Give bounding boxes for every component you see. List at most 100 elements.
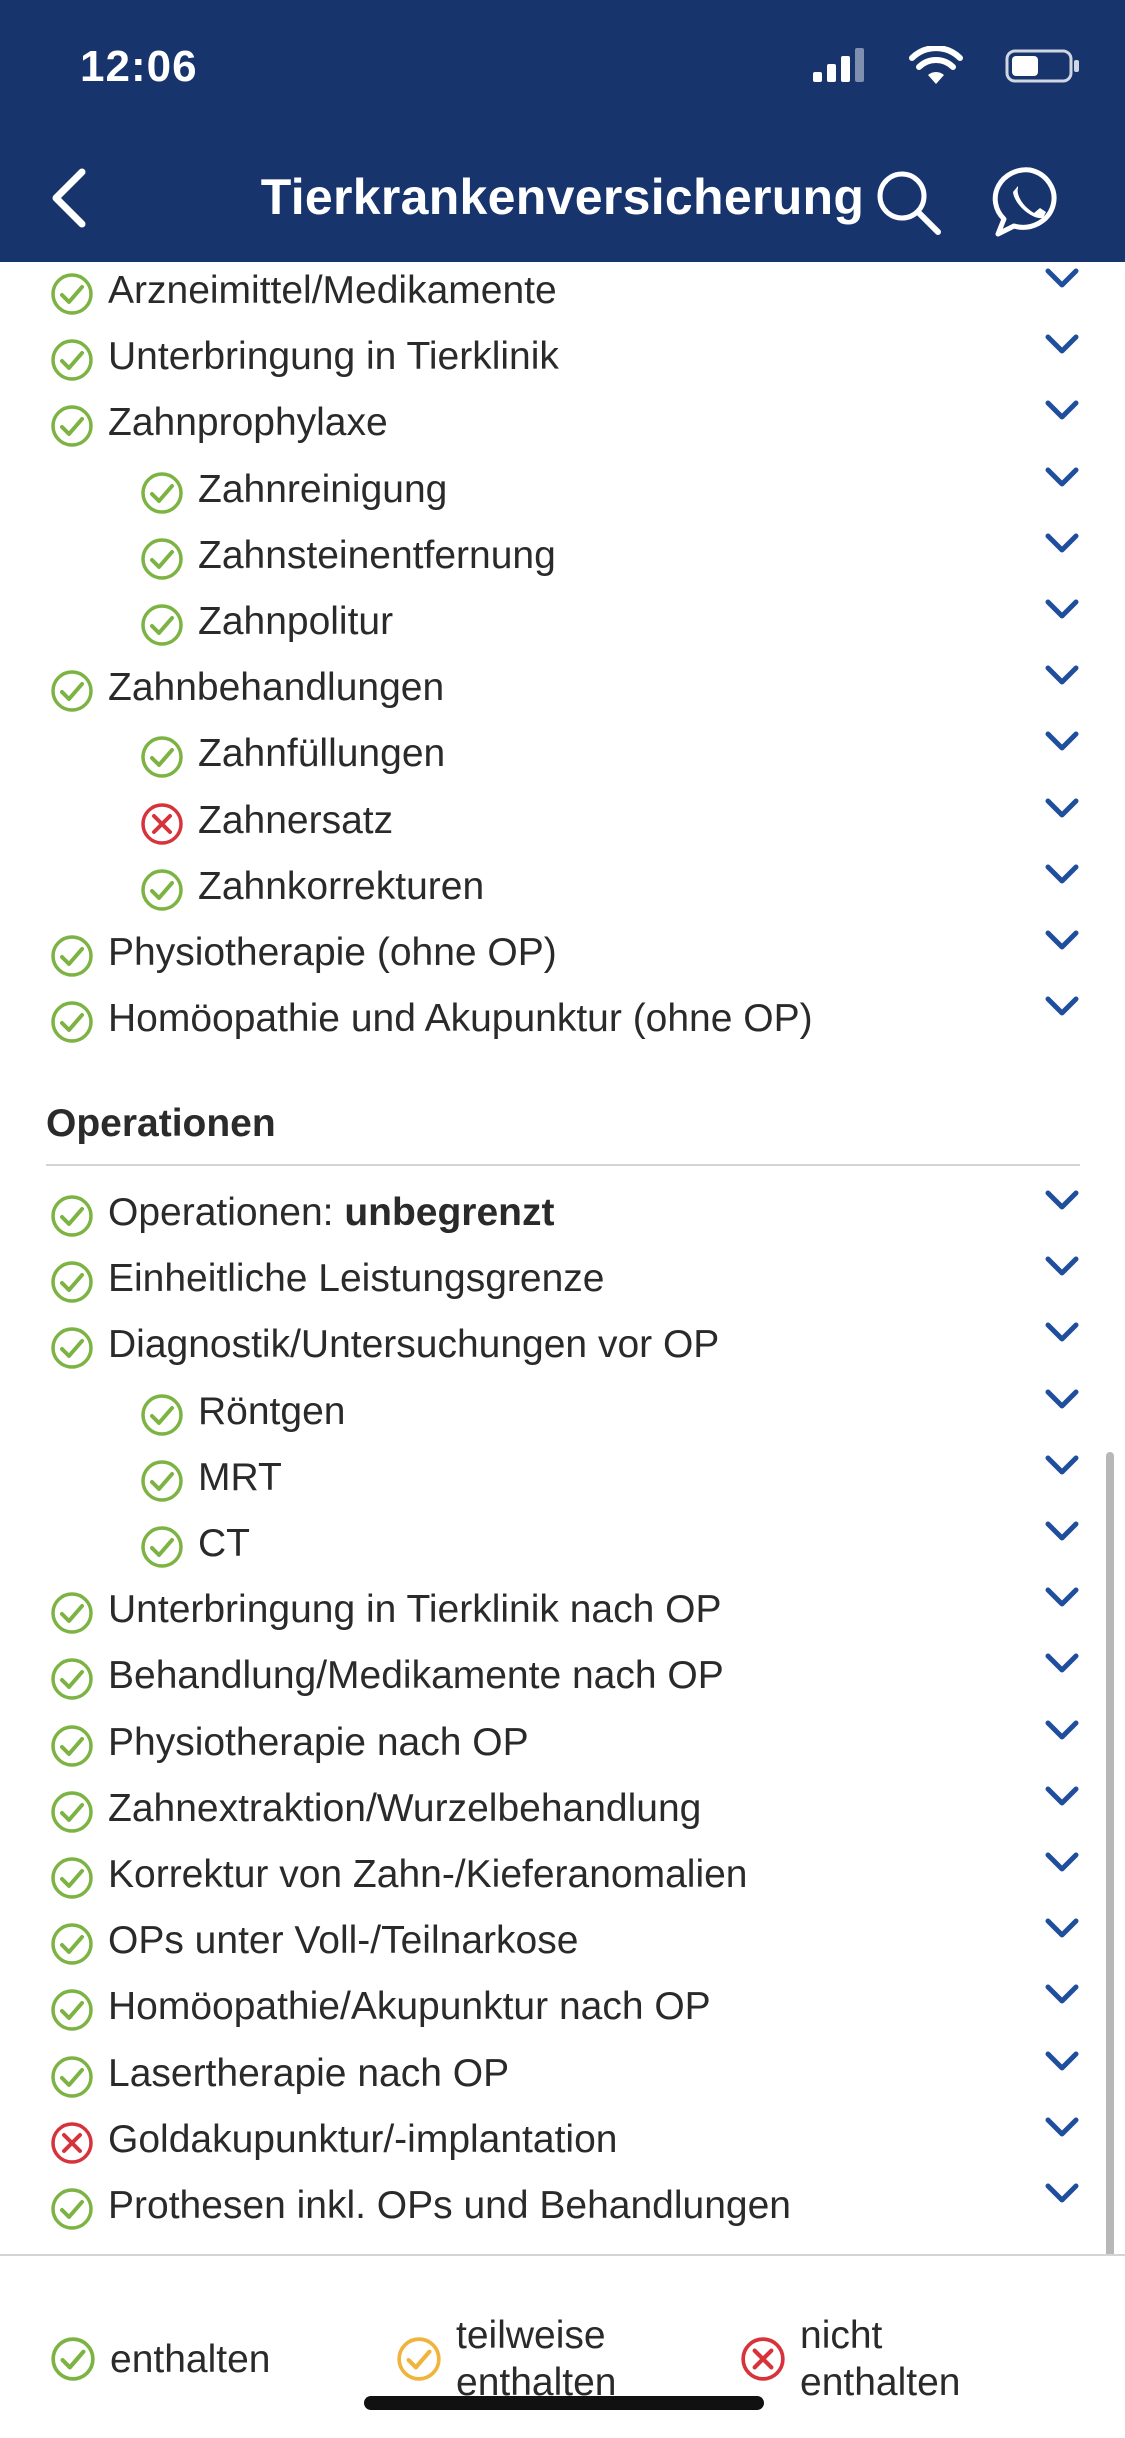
chevron-down-icon[interactable] <box>1042 529 1082 557</box>
chevron-down-icon[interactable] <box>1042 396 1082 424</box>
list-item[interactable]: Unterbringung in Tierklinik nach OP <box>0 1579 1125 1645</box>
chevron-down-icon[interactable] <box>1042 1583 1082 1611</box>
chevron-down-icon[interactable] <box>1042 860 1082 888</box>
list-item-label: Korrektur von Zahn-/Kieferanomalien <box>108 1853 748 1896</box>
chevron-down-icon[interactable] <box>1042 1186 1082 1214</box>
chevron-down-icon[interactable] <box>1042 595 1082 623</box>
list-item[interactable]: Zahnersatz <box>0 790 1125 856</box>
check-circle-icon <box>51 1857 93 1899</box>
chevron-down-icon[interactable] <box>1042 1914 1082 1942</box>
list-item[interactable]: Zahnreinigung <box>0 459 1125 525</box>
list-item[interactable]: Zahnextraktion/Wurzelbehandlung <box>0 1778 1125 1844</box>
check-circle-icon <box>141 869 183 911</box>
chevron-down-icon[interactable] <box>1042 1252 1082 1280</box>
list-item-label: CT <box>198 1522 250 1565</box>
x-circle-icon <box>741 2337 785 2381</box>
list-item-label: Zahnbehandlungen <box>108 666 445 710</box>
list-item-label: Prothesen inkl. OPs und Behandlungen <box>108 2184 791 2227</box>
list-item[interactable]: Korrektur von Zahn-/Kieferanomalien <box>0 1844 1125 1910</box>
chevron-down-icon[interactable] <box>1042 1517 1082 1545</box>
chevron-down-icon[interactable] <box>1042 727 1082 755</box>
check-circle-icon <box>51 670 93 712</box>
check-circle-icon <box>51 1724 93 1767</box>
list-item[interactable]: Zahnpolitur <box>0 591 1125 657</box>
search-button[interactable] <box>872 166 944 238</box>
list-item[interactable]: Operationen: unbegrenzt <box>0 1182 1125 1248</box>
list-item[interactable]: Zahnprophylaxe <box>0 392 1125 458</box>
chevron-down-icon[interactable] <box>1042 1782 1082 1810</box>
chevron-down-icon[interactable] <box>1042 1649 1082 1677</box>
list-item[interactable]: Prothesen inkl. OPs und Behandlungen <box>0 2175 1125 2241</box>
check-circle-icon <box>141 736 183 779</box>
legend-excluded-line1: nicht <box>800 2314 883 2357</box>
list-item-label: MRT <box>198 1455 282 1499</box>
scrollbar[interactable] <box>1106 1452 1114 2254</box>
check-circle-icon <box>51 1327 93 1370</box>
list-item[interactable]: Behandlung/Medikamente nach OP <box>0 1645 1125 1711</box>
chevron-down-icon[interactable] <box>1042 463 1082 491</box>
check-circle-icon <box>51 339 93 381</box>
list-item[interactable]: MRT <box>0 1447 1125 1513</box>
check-circle-icon <box>51 2337 95 2381</box>
chevron-down-icon[interactable] <box>1042 2179 1082 2207</box>
chevron-down-icon[interactable] <box>1042 264 1082 292</box>
check-circle-icon <box>51 935 93 977</box>
list-item[interactable]: Zahnkorrekturen <box>0 856 1125 922</box>
check-circle-icon <box>51 1923 93 1965</box>
list-item-label: Physiotherapie (ohne OP) <box>108 931 557 974</box>
check-circle-icon <box>51 1592 93 1634</box>
list-item[interactable]: Zahnfüllungen <box>0 723 1125 789</box>
chevron-down-icon[interactable] <box>1042 1980 1082 2008</box>
app-header: 12:06 Tierkrankenversicherung <box>0 0 1125 262</box>
list-item[interactable]: Physiotherapie nach OP <box>0 1712 1125 1778</box>
list-item-label: Physiotherapie nach OP <box>108 1720 529 1764</box>
section-title-operationen: Operationen <box>46 1102 276 1145</box>
list-item[interactable]: Diagnostik/Untersuchungen vor OP <box>0 1314 1125 1380</box>
list-item-label: Unterbringung in Tierklinik nach OP <box>108 1588 722 1632</box>
list-item-label: Einheitliche Leistungsgrenze <box>108 1257 605 1301</box>
list-item[interactable]: Homöopathie/Akupunktur nach OP <box>0 1976 1125 2042</box>
coverage-list[interactable]: Arzneimittel/Medikamente Unterbringung in… <box>0 262 1125 2254</box>
list-item-label: Zahnfüllungen <box>198 732 446 776</box>
list-item[interactable]: Unterbringung in Tierklinik <box>0 326 1125 392</box>
chevron-down-icon[interactable] <box>1042 1716 1082 1744</box>
list-item-label: Zahnsteinentfernung <box>198 533 556 577</box>
list-item[interactable]: Arzneimittel/Medikamente <box>0 262 1125 326</box>
chevron-down-icon[interactable] <box>1042 1848 1082 1876</box>
list-item[interactable]: Physiotherapie (ohne OP) <box>0 922 1125 988</box>
list-item[interactable]: Lasertherapie nach OP <box>0 2043 1125 2109</box>
search-icon <box>877 171 941 235</box>
list-item-label: Zahnersatz <box>198 798 394 842</box>
chevron-down-icon[interactable] <box>1042 1318 1082 1346</box>
list-item[interactable]: Röntgen <box>0 1381 1125 1447</box>
chevron-down-icon[interactable] <box>1042 2113 1082 2141</box>
legend-partial-line1: teilweise <box>456 2314 606 2357</box>
legend-included-label: enthalten <box>110 2338 271 2381</box>
list-item[interactable]: Homöopathie und Akupunktur (ohne OP) <box>0 988 1125 1054</box>
list-item-label: Zahnextraktion/Wurzelbehandlung <box>108 1786 702 1830</box>
list-item[interactable]: Einheitliche Leistungsgrenze <box>0 1248 1125 1314</box>
list-item-label: Diagnostik/Untersuchungen vor OP <box>108 1323 720 1367</box>
list-item-label: OPs unter Voll-/Teilnarkose <box>108 1919 579 1963</box>
list-item[interactable]: Goldakupunktur/-implantation <box>0 2109 1125 2175</box>
chevron-down-icon[interactable] <box>1042 794 1082 822</box>
list-item[interactable]: CT <box>0 1513 1125 1579</box>
home-indicator[interactable] <box>364 2396 764 2410</box>
list-item-label: Homöopathie und Akupunktur (ohne OP) <box>108 997 813 1041</box>
chevron-down-icon[interactable] <box>1042 661 1082 689</box>
chevron-down-icon[interactable] <box>1042 1385 1082 1413</box>
page-title: Tierkrankenversicherung <box>260 169 865 225</box>
chevron-down-icon[interactable] <box>1042 2047 1082 2075</box>
contact-button[interactable] <box>992 164 1068 240</box>
list-item-label: Operationen: unbegrenzt <box>108 1191 555 1234</box>
chevron-down-icon[interactable] <box>1042 926 1082 954</box>
chevron-down-icon[interactable] <box>1042 1451 1082 1479</box>
check-circle-icon <box>141 538 183 580</box>
chevron-down-icon[interactable] <box>1042 330 1082 358</box>
legend-excluded-line2: enthalten <box>800 2361 961 2404</box>
list-item[interactable]: Zahnsteinentfernung <box>0 525 1125 591</box>
list-item[interactable]: OPs unter Voll-/Teilnarkose <box>0 1910 1125 1976</box>
chevron-down-icon[interactable] <box>1042 992 1082 1020</box>
list-item[interactable]: Zahnbehandlungen <box>0 657 1125 723</box>
phone-chat-icon <box>992 167 1057 237</box>
